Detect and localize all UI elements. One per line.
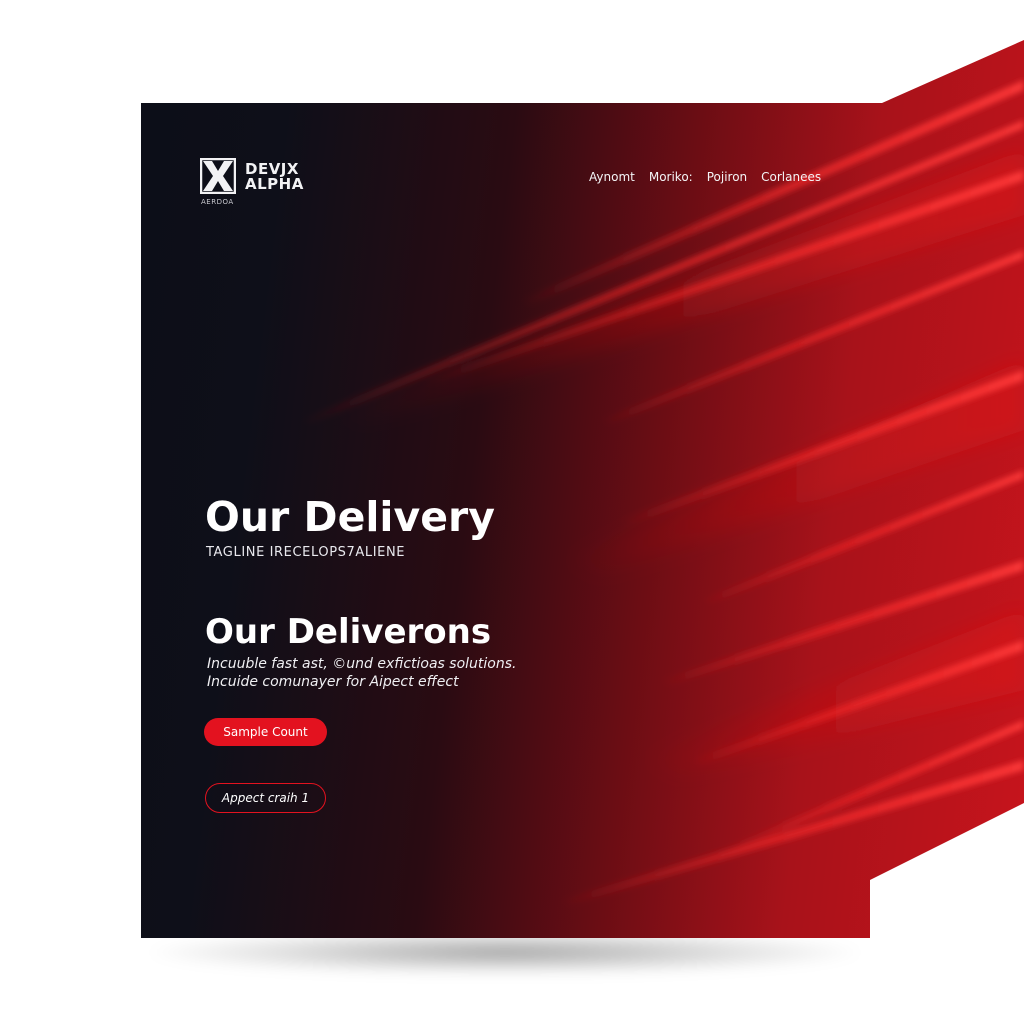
appect-craih-button[interactable]: Appect craih 1 bbox=[205, 783, 326, 813]
nav-item-aynomt[interactable]: Aynomt bbox=[589, 170, 635, 184]
brand-name-line2: ALPHA bbox=[245, 175, 304, 193]
main-nav: Aynomt Moriko: Pojiron Corlanees bbox=[589, 170, 821, 184]
hero-panel bbox=[141, 40, 1024, 938]
brand-logo[interactable]: DEVJX ALPHA bbox=[200, 158, 304, 194]
brand-name: DEVJX ALPHA bbox=[245, 162, 304, 192]
hero-subtitle: Our Deliverons bbox=[205, 612, 492, 652]
hero-title: Our Delivery bbox=[205, 493, 495, 541]
nav-item-pojiron[interactable]: Pojiron bbox=[707, 170, 747, 184]
hero-description-line2: Incuide comunayer for Aipect effect bbox=[207, 674, 459, 690]
landing-page-mockup: DEVJX ALPHA AERDOA Aynomt Moriko: Pojiro… bbox=[0, 0, 1024, 1024]
nav-item-corlanees[interactable]: Corlanees bbox=[761, 170, 821, 184]
hero-tagline: TAGLINE IRECELOPS7ALIENE bbox=[206, 545, 406, 560]
light-streaks-background bbox=[300, 80, 1024, 905]
x-mark-logo-icon bbox=[200, 158, 236, 194]
hero-description: Incuuble fast ast, ©und exfictioas solut… bbox=[207, 655, 516, 691]
brand-subtext: AERDOA bbox=[201, 198, 234, 206]
hero-description-line1: Incuuble fast ast, ©und exfictioas solut… bbox=[207, 656, 517, 672]
nav-item-moriko[interactable]: Moriko: bbox=[649, 170, 693, 184]
sample-count-button[interactable]: Sample Count bbox=[204, 718, 327, 746]
